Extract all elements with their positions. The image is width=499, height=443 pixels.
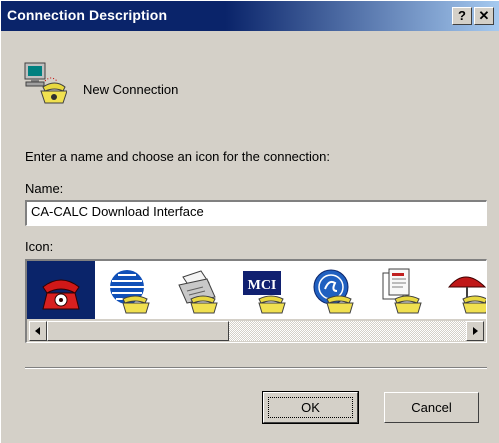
icon-option-umbrella-phone[interactable] [435, 261, 486, 319]
fax-phone-icon [178, 270, 218, 314]
scroll-thumb[interactable] [47, 321, 229, 341]
close-button[interactable]: ✕ [474, 7, 494, 25]
ge-phone-icon [313, 269, 354, 314]
scroll-right-button[interactable] [466, 321, 484, 341]
icon-option-mci-phone[interactable]: MCI [231, 261, 299, 319]
horizontal-scrollbar[interactable] [27, 319, 486, 342]
cancel-label: Cancel [411, 400, 452, 415]
icon-label: Icon: [25, 239, 54, 254]
icon-option-fax-phone[interactable] [163, 261, 231, 319]
icon-option-globe-phone[interactable] [95, 261, 163, 319]
umbrella-phone-icon [447, 276, 486, 314]
phone-computer-icon [23, 61, 68, 105]
icon-list[interactable]: MCI [25, 259, 487, 343]
name-input[interactable]: CA-CALC Download Interface [25, 200, 487, 226]
documents-phone-icon [382, 268, 422, 314]
focus-ring [268, 397, 353, 418]
connection-name-label: New Connection [83, 82, 179, 97]
dialog-title: Connection Description [7, 7, 168, 23]
help-button[interactable]: ? [452, 7, 472, 25]
cancel-button[interactable]: Cancel [384, 392, 479, 423]
mci-phone-icon: MCI [243, 271, 286, 314]
name-label: Name: [25, 181, 64, 196]
svg-text:MCI: MCI [248, 278, 277, 293]
ok-button[interactable]: OK [262, 391, 359, 424]
icon-option-ge-phone[interactable] [299, 261, 367, 319]
separator [25, 367, 487, 369]
red-phone-icon [42, 279, 80, 310]
title-bar[interactable]: Connection Description ? ✕ [1, 1, 499, 31]
arrow-right-icon [473, 327, 478, 335]
instructions-text: Enter a name and choose an icon for the … [25, 149, 330, 164]
globe-phone-icon [110, 270, 150, 314]
icon-option-red-phone[interactable] [27, 261, 95, 319]
icon-option-documents-phone[interactable] [367, 261, 435, 319]
arrow-left-icon [35, 327, 40, 335]
scroll-left-button[interactable] [29, 321, 47, 341]
connection-description-dialog: Connection Description ? ✕ New Connectio… [0, 0, 499, 443]
